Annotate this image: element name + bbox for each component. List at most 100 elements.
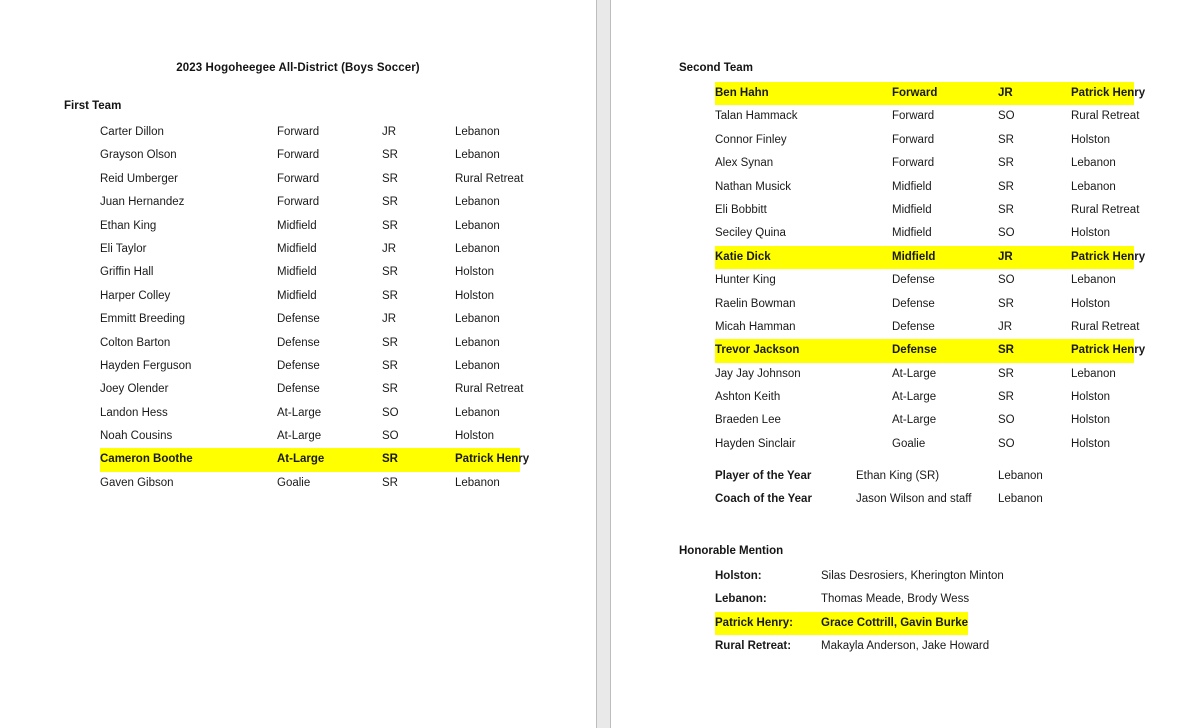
table-row: Hayden Sinclair Goalie SO Holston	[715, 433, 1134, 456]
cell-year: SR	[382, 383, 398, 396]
table-row: Ethan King Midfield SR Lebanon	[100, 215, 520, 238]
cell-school: Lebanon	[455, 336, 500, 349]
table-row: Landon Hess At-Large SO Lebanon	[100, 402, 520, 425]
cell-year: SR	[998, 297, 1014, 310]
cell-school: Holston	[1071, 414, 1110, 427]
cell-name: Griffin Hall	[100, 266, 154, 279]
cell-year: SR	[382, 149, 398, 162]
cell-name: Hayden Sinclair	[715, 437, 796, 450]
cell-year: SR	[382, 359, 398, 372]
cell-year: JR	[382, 313, 397, 326]
cell-year: JR	[998, 87, 1013, 99]
cell-school: Holston	[1071, 133, 1110, 146]
cell-position: Midfield	[892, 180, 932, 193]
cell-name: Reid Umberger	[100, 172, 178, 185]
cell-school: Lebanon	[455, 149, 500, 162]
cell-school: Holston	[1071, 297, 1110, 310]
cell-position: At-Large	[892, 367, 937, 380]
cell-school: Lebanon	[455, 242, 500, 255]
cell-school: Lebanon	[455, 313, 500, 326]
cell-name: Talan Hammack	[715, 110, 798, 123]
cell-name: Gaven Gibson	[100, 476, 174, 489]
cell-name: Ethan King	[100, 219, 157, 232]
cell-name: Hunter King	[715, 274, 776, 287]
cell-school: Lebanon	[455, 359, 500, 372]
cell-name: Carter Dillon	[100, 126, 164, 138]
list-item: Patrick Henry: Grace Cottrill, Gavin Burk…	[715, 611, 968, 636]
page-divider	[596, 0, 611, 728]
cell-year: SR	[998, 367, 1014, 380]
cell-school: Holston	[455, 289, 494, 302]
cell-name: Landon Hess	[100, 406, 168, 419]
honorable-mention-line: Patrick Henry: Grace Cottrill, Gavin Burk…	[715, 611, 1115, 636]
cell-school: Lebanon	[1071, 157, 1116, 170]
cell-position: Defense	[277, 336, 320, 349]
section-heading-second-team: Second Team	[679, 62, 753, 74]
cell-school: Lebanon	[1071, 274, 1116, 287]
cell-name: Harper Colley	[100, 289, 171, 302]
table-row: Carter Dillon Forward JR Lebanon	[100, 121, 520, 144]
cell-year: SO	[998, 227, 1015, 240]
awards-list: Player of the Year Ethan King (SR) Lebanon…	[715, 465, 1055, 512]
table-row: Seciley Quina Midfield SO Holston	[715, 222, 1134, 245]
cell-position: Midfield	[892, 227, 932, 240]
cell-name: Juan Hernandez	[100, 196, 185, 209]
cell-position: At-Large	[892, 391, 937, 404]
cell-school: Lebanon	[1071, 180, 1116, 193]
cell-school: Patrick Henry	[1071, 344, 1146, 357]
cell-school: Patrick Henry	[1071, 250, 1146, 263]
cell-name: Ben Hahn	[715, 87, 769, 99]
cell-position: Defense	[892, 320, 935, 333]
cell-name: Seciley Quina	[715, 227, 786, 240]
cell-name: Katie Dick	[715, 250, 771, 263]
honorable-mention-players: Silas Desrosiers, Kherington Minton	[821, 570, 1004, 582]
cell-position: Forward	[277, 149, 320, 162]
cell-name: Connor Finley	[715, 133, 787, 146]
honorable-mention-school: Patrick Henry:	[715, 616, 793, 629]
cell-year: SR	[998, 391, 1014, 404]
table-row: Eli Bobbitt Midfield SR Rural Retreat	[715, 199, 1139, 222]
cell-school: Lebanon	[455, 219, 500, 232]
table-row: Raelin Bowman Defense SR Holston	[715, 293, 1134, 316]
cell-position: At-Large	[892, 414, 937, 427]
table-row: Ashton Keith At-Large SR Holston	[715, 386, 1134, 409]
cell-year: SR	[382, 476, 398, 489]
cell-year: SR	[382, 289, 398, 302]
cell-position: Forward	[892, 157, 935, 170]
cell-name: Hayden Ferguson	[100, 359, 192, 372]
cell-year: SR	[382, 453, 398, 466]
cell-year: SR	[998, 203, 1014, 216]
cell-year: SR	[382, 196, 398, 209]
cell-school: Holston	[455, 266, 494, 279]
cell-school: Rural Retreat	[1071, 110, 1140, 123]
award-row: Player of the Year Ethan King (SR) Lebanon	[715, 465, 1055, 488]
cell-position: Midfield	[277, 219, 317, 232]
cell-position: Forward	[277, 172, 320, 185]
table-row: Juan Hernandez Forward SR Lebanon	[100, 191, 520, 214]
cell-name: Raelin Bowman	[715, 297, 796, 310]
cell-name: Joey Olender	[100, 383, 169, 396]
cell-school: Holston	[1071, 227, 1110, 240]
page-title: 2023 Hogoheegee All-District (Boys Socce…	[176, 62, 420, 74]
table-row: Hayden Ferguson Defense SR Lebanon	[100, 355, 520, 378]
table-row: Colton Barton Defense SR Lebanon	[100, 332, 520, 355]
cell-year: JR	[382, 242, 397, 255]
honorable-mention-players: Thomas Meade, Brody Wess	[821, 593, 970, 606]
honorable-mention-school: Holston:	[715, 570, 762, 582]
table-row: Micah Hamman Defense JR Rural Retreat	[715, 316, 1139, 339]
honorable-mention-players: Makayla Anderson, Jake Howard	[821, 640, 990, 653]
award-school: Lebanon	[998, 470, 1043, 482]
list-item: Holston: Silas Desrosiers, Kherington Min…	[715, 565, 1004, 588]
cell-name: Trevor Jackson	[715, 344, 800, 357]
cell-name: Cameron Boothe	[100, 453, 193, 466]
cell-name: Micah Hamman	[715, 320, 796, 333]
honorable-mention-school: Lebanon:	[715, 593, 767, 606]
cell-position: Forward	[892, 87, 938, 99]
table-row: Gaven Gibson Goalie SR Lebanon	[100, 472, 520, 495]
section-heading-first-team: First Team	[64, 100, 122, 112]
cell-year: JR	[382, 126, 397, 138]
award-value: Jason Wilson and staff	[856, 493, 972, 506]
cell-year: SO	[998, 110, 1015, 123]
cell-school: Lebanon	[1071, 367, 1116, 380]
table-row: Nathan Musick Midfield SR Lebanon	[715, 176, 1134, 199]
